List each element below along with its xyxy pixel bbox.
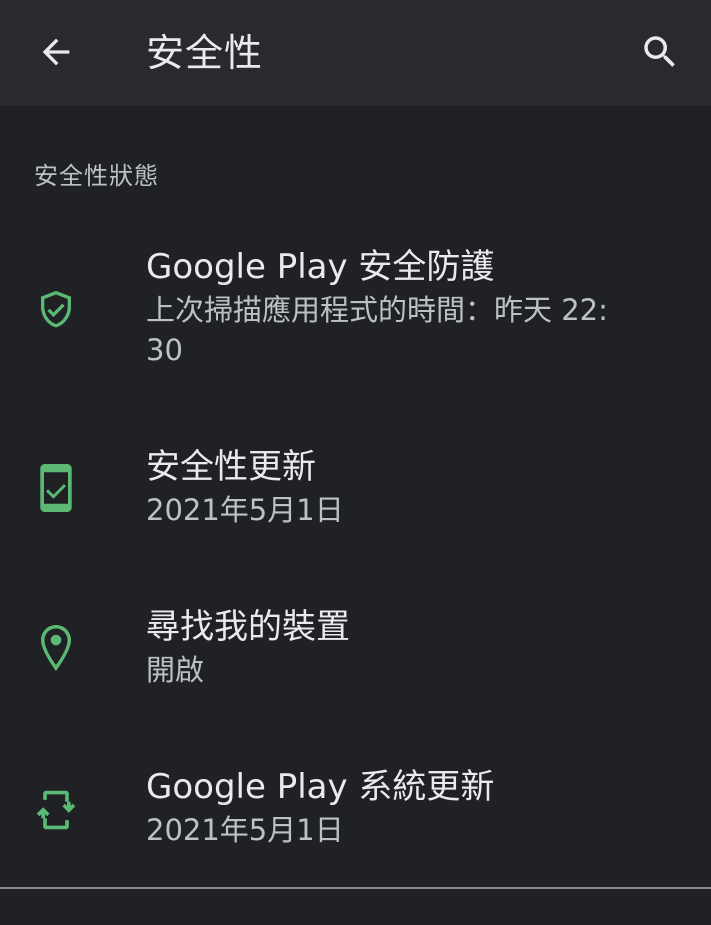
item-title: 尋找我的裝置: [146, 607, 350, 647]
location-pin-icon: [34, 625, 78, 671]
security-settings-screen: 安全性 安全性狀態 Google Play 安全防護 上次掃描應用程式的時間：昨…: [0, 0, 711, 925]
item-title: Google Play 系統更新: [146, 767, 495, 807]
item-title: 安全性更新: [146, 447, 316, 487]
list-item-play-system-update[interactable]: Google Play 系統更新 2021年5月1日: [0, 758, 711, 868]
system-update-icon: [34, 788, 78, 832]
divider: [0, 887, 711, 889]
page-title: 安全性: [146, 31, 264, 75]
search-icon: [639, 31, 681, 73]
item-subtitle: 2021年5月1日: [146, 813, 344, 847]
item-subtitle: 開啟: [146, 653, 205, 687]
item-title: Google Play 安全防護: [146, 247, 495, 287]
back-button[interactable]: [28, 24, 84, 80]
section-header-security-status: 安全性狀態: [34, 162, 159, 190]
item-subtitle: 2021年5月1日: [146, 493, 344, 527]
list-item-play-protect[interactable]: Google Play 安全防護 上次掃描應用程式的時間：昨天 22:30: [0, 238, 711, 388]
app-bar: 安全性: [0, 0, 711, 106]
phone-check-icon: [34, 464, 78, 512]
item-subtitle: 上次掃描應用程式的時間：昨天 22:30: [146, 293, 608, 367]
arrow-back-icon: [36, 32, 76, 72]
list-item-find-my-device[interactable]: 尋找我的裝置 開啟: [0, 598, 711, 708]
list-item-security-update[interactable]: 安全性更新 2021年5月1日: [0, 438, 711, 548]
search-button[interactable]: [632, 24, 688, 80]
shield-check-icon: [34, 288, 78, 332]
